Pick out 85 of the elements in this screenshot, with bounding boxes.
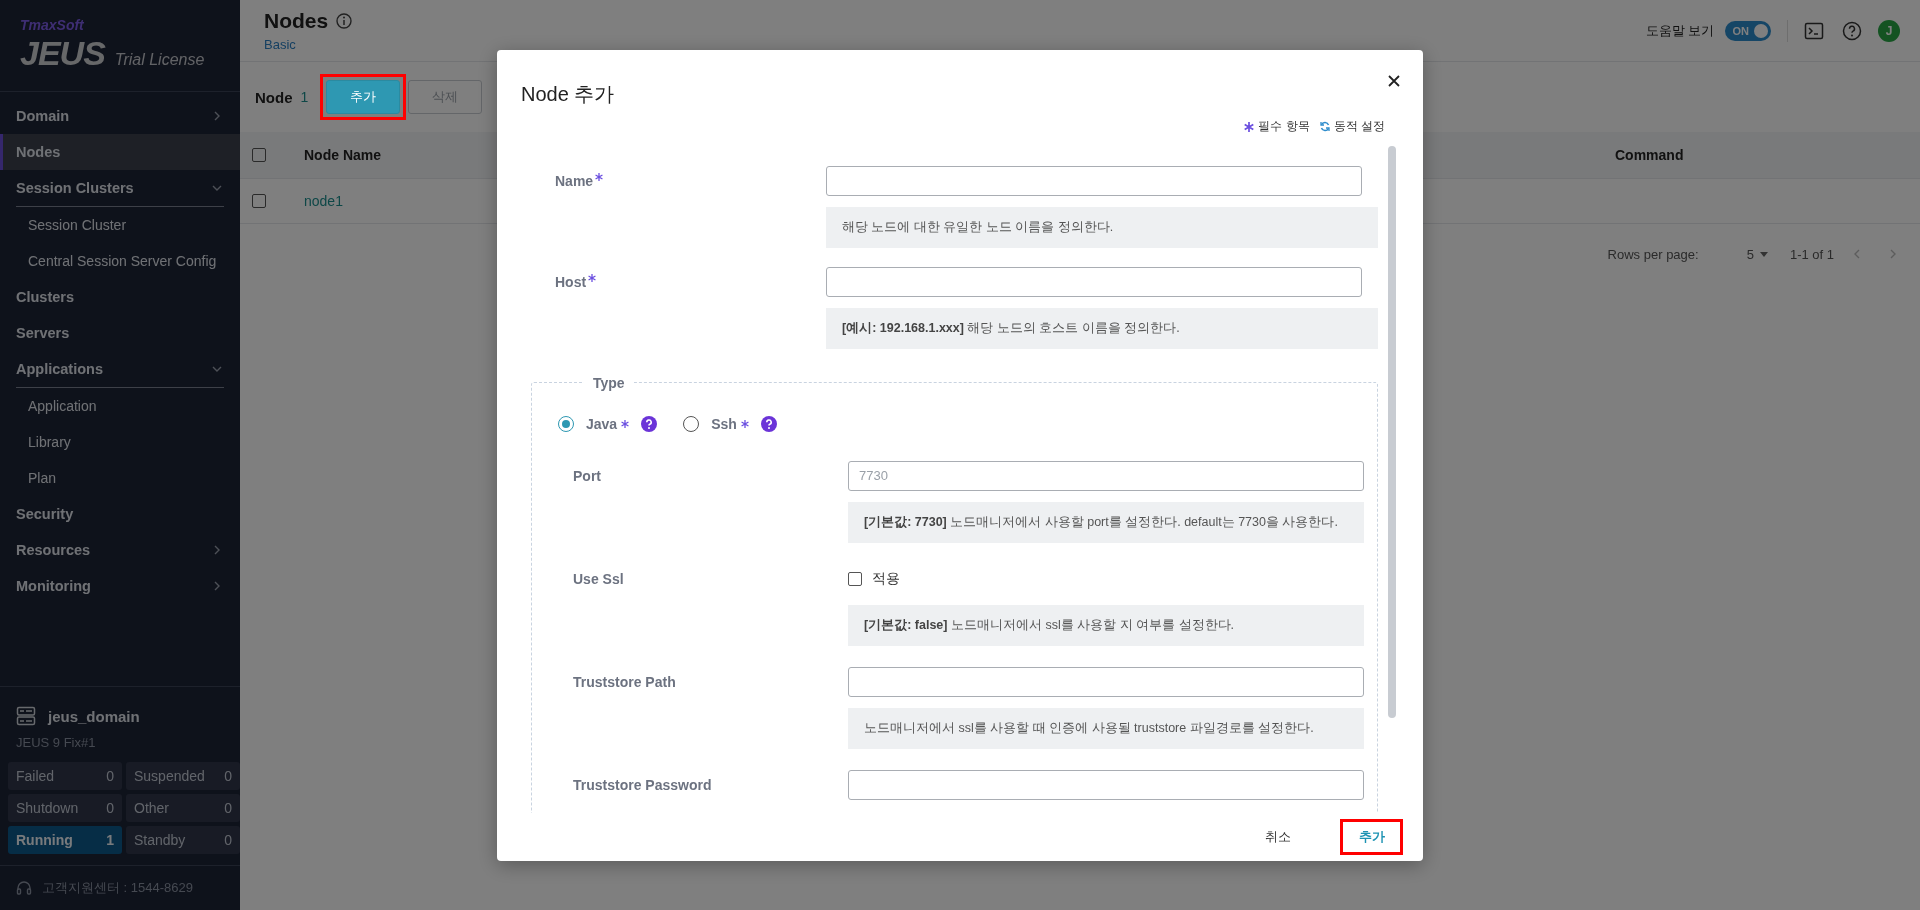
required-icon — [588, 273, 597, 282]
domain-name: jeus_domain — [48, 707, 140, 725]
help-icon[interactable] — [760, 415, 777, 432]
status-count: 0 — [106, 768, 114, 784]
page-title: Nodes — [264, 8, 329, 33]
radio-label: Java — [586, 415, 618, 432]
input-field[interactable] — [848, 666, 1364, 697]
dialog-title: Node 추가 — [521, 81, 615, 107]
help-icon[interactable] — [1842, 20, 1862, 41]
user-avatar[interactable]: J — [1878, 19, 1900, 42]
status-label: Other — [134, 800, 169, 816]
status-count: 0 — [224, 768, 232, 784]
terminal-icon[interactable] — [1804, 20, 1824, 41]
menu-item[interactable]: Monitoring — [0, 568, 240, 604]
menu-item[interactable]: Security — [0, 496, 240, 532]
field-hint: [예시: 192.168.1.xxx] 해당 노드의 호스트 이름을 정의한다. — [826, 307, 1378, 349]
field-label: Host — [555, 272, 587, 292]
page-range: 1-1 of 1 — [1789, 246, 1834, 262]
field-hint: 해당 노드에 대한 유일한 노드 이름을 정의한다. — [826, 206, 1378, 248]
brand-name: TmaxSoft — [20, 17, 84, 33]
checkbox[interactable] — [252, 148, 266, 162]
scrollbar[interactable] — [1388, 145, 1396, 718]
required-icon — [595, 172, 604, 181]
field-label: Truststore Path — [573, 672, 676, 692]
input-field[interactable] — [848, 769, 1364, 800]
page-subtitle: Basic — [264, 36, 296, 52]
info-icon[interactable] — [336, 12, 353, 29]
submenu-item[interactable]: Session Cluster — [0, 207, 240, 243]
help-toggle[interactable]: ON — [1724, 20, 1771, 41]
status-count: 0 — [224, 832, 232, 848]
item-count: 1 — [300, 89, 309, 105]
menu-item[interactable]: Clusters — [0, 279, 240, 315]
close-icon[interactable] — [1387, 73, 1401, 88]
group-title: Type — [592, 374, 626, 391]
status-label: Running — [16, 832, 73, 848]
headset-icon — [16, 880, 32, 896]
checkbox[interactable] — [848, 571, 862, 586]
menu-item[interactable]: Nodes — [0, 134, 240, 170]
help-icon[interactable] — [641, 415, 658, 432]
submenu-item[interactable]: Application — [0, 388, 240, 424]
field-hint: [기본값: false] 노드매니저에서 ssl를 사용할 지 여부를 설정한다. — [848, 604, 1364, 646]
checkbox-label: 적용 — [872, 569, 900, 588]
field-hint: [기본값: 7730] 노드매니저에서 사용할 port를 설정한다. default는 7730을 사용한다. — [848, 501, 1364, 543]
menu-item[interactable]: Session Clusters — [0, 170, 240, 206]
status-label: Standby — [134, 832, 186, 848]
field-label: Use Ssl — [573, 569, 624, 589]
license-label: Trial License — [114, 51, 205, 69]
input-field[interactable]: 7730 — [848, 460, 1364, 491]
rows-per-page-label: Rows per page: — [1607, 246, 1699, 262]
field-label: Name — [555, 171, 594, 191]
product-name: JEUS — [20, 34, 105, 72]
field-label: Port — [573, 466, 601, 486]
help-label: 도움말 보기 — [1645, 21, 1715, 40]
section-label: Node — [255, 88, 293, 106]
required-icon — [1244, 121, 1255, 132]
checkbox[interactable] — [252, 194, 266, 208]
submenu-item[interactable]: Library — [0, 424, 240, 460]
rows-per-page-value[interactable]: 5 — [1746, 246, 1754, 262]
refresh-icon — [1319, 121, 1330, 132]
legend-label: 동적 설정 — [1333, 118, 1385, 135]
menu-item[interactable]: Domain — [0, 98, 240, 134]
field-hint: 노드매니저에서 ssl를 사용할 때 인증에 사용될 truststore 파일경로를 설정한다. — [848, 707, 1364, 749]
column-header: Node Name — [304, 147, 383, 163]
submenu-item[interactable]: Central Session Server Config — [0, 243, 240, 279]
status-count: 0 — [224, 800, 232, 816]
status-count: 0 — [106, 800, 114, 816]
field-label: Truststore Password — [573, 775, 712, 795]
menu-item[interactable]: Applications — [0, 351, 240, 387]
server-icon — [16, 706, 36, 726]
submenu-item[interactable]: Plan — [0, 460, 240, 496]
status-label: Shutdown — [16, 800, 79, 816]
status-label: Failed — [16, 768, 55, 784]
add-button[interactable]: 추가 — [1345, 823, 1398, 850]
status-count: 1 — [106, 832, 114, 848]
input-field[interactable] — [826, 266, 1362, 297]
radio-label: Ssh — [711, 415, 737, 432]
cancel-button[interactable]: 취소 — [1255, 823, 1301, 850]
caret-icon[interactable] — [1759, 251, 1768, 257]
legend-label: 필수 항목 — [1258, 118, 1310, 135]
menu-item[interactable]: Servers — [0, 315, 240, 351]
menu-item[interactable]: Resources — [0, 532, 240, 568]
add-button[interactable]: 추가 — [326, 80, 401, 114]
column-header: Command — [1615, 147, 1685, 163]
status-label: Suspended — [134, 768, 205, 784]
input-field[interactable] — [826, 165, 1362, 196]
